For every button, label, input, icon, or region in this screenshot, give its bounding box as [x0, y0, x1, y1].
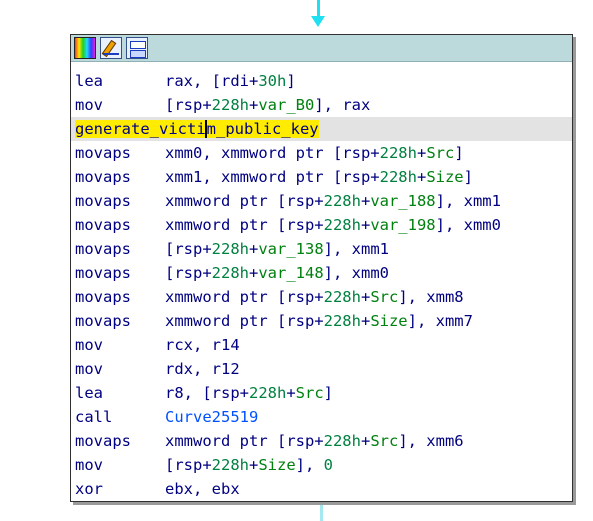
instruction-line[interactable]: movaps xmmword ptr [rsp+228h+var_198], xm…: [71, 213, 572, 237]
instruction-operands: rcx, r14: [165, 336, 240, 354]
instruction-operands: xmm1, xmmword ptr [rsp+228h+Size]: [165, 168, 473, 186]
instruction-line[interactable]: mov [rsp+228h+var_B0], rax: [71, 93, 572, 117]
instruction-mnemonic: movaps: [75, 144, 131, 162]
instruction-line[interactable]: movaps xmmword ptr [rsp+228h+Src], xmm6: [71, 429, 572, 453]
instruction-mnemonic: movaps: [75, 216, 131, 234]
instruction-operands: [rsp+228h+var_138], xmm1: [165, 240, 389, 258]
instruction-operands: xmmword ptr [rsp+228h+Src], xmm8: [165, 288, 464, 306]
instruction-operands: xmmword ptr [rsp+228h+var_198], xmm0: [165, 216, 501, 234]
instruction-line[interactable]: movaps xmm0, xmmword ptr [rsp+228h+Src]: [71, 141, 572, 165]
instruction-line[interactable]: mov rdx, r12: [71, 357, 572, 381]
outgoing-edge: [320, 505, 323, 521]
instruction-mnemonic: movaps: [75, 312, 131, 330]
instruction-operands: rax, [rdi+30h]: [165, 72, 296, 90]
instruction-line[interactable]: mov [rsp+228h+Size], 0: [71, 453, 572, 477]
label-line[interactable]: generate_victim_public_key: [71, 117, 572, 141]
incoming-edge-arrow: [311, 16, 325, 27]
instruction-operands: xmmword ptr [rsp+228h+var_188], xmm1: [165, 192, 501, 210]
instruction-mnemonic: movaps: [75, 240, 131, 258]
instruction-operands: r8, [rsp+228h+Src]: [165, 384, 334, 402]
instruction-mnemonic: movaps: [75, 168, 131, 186]
instruction-line[interactable]: call Curve25519: [71, 405, 572, 429]
color-palette-icon[interactable]: [74, 37, 96, 59]
instruction-operands: [rsp+228h+Size], 0: [165, 456, 334, 474]
instruction-operands: [rsp+228h+var_B0], rax: [165, 96, 371, 114]
instruction-operands: Curve25519: [165, 408, 259, 426]
instruction-line[interactable]: movaps xmm1, xmmword ptr [rsp+228h+Size]: [71, 165, 572, 189]
instruction-line[interactable]: xor ebx, ebx: [71, 477, 572, 501]
instruction-operands: xmmword ptr [rsp+228h+Size], xmm7: [165, 312, 473, 330]
graph-node-block[interactable]: lea rax, [rdi+30h] mov [rsp+228h+var_B0], r…: [70, 34, 573, 502]
instruction-mnemonic: mov: [75, 360, 103, 378]
instruction-mnemonic: call: [75, 408, 113, 426]
instruction-mnemonic: movaps: [75, 264, 131, 282]
graph-view-icon[interactable]: [126, 37, 148, 59]
instruction-mnemonic: xor: [75, 480, 103, 498]
instruction-mnemonic: mov: [75, 456, 103, 474]
instruction-line[interactable]: movaps xmmword ptr [rsp+228h+Size], xmm7: [71, 309, 572, 333]
instruction-line[interactable]: movaps [rsp+228h+var_148], xmm0: [71, 261, 572, 285]
instruction-mnemonic: movaps: [75, 288, 131, 306]
rename-edit-icon[interactable]: [100, 37, 122, 59]
instruction-line[interactable]: movaps xmmword ptr [rsp+228h+var_188], xm…: [71, 189, 572, 213]
instruction-operands: [rsp+228h+var_148], xmm0: [165, 264, 389, 282]
disassembly-listing: lea rax, [rdi+30h] mov [rsp+228h+var_B0], r…: [71, 62, 572, 501]
instruction-operands: xmmword ptr [rsp+228h+Src], xmm6: [165, 432, 464, 450]
instruction-line[interactable]: mov rcx, r14: [71, 333, 572, 357]
instruction-mnemonic: mov: [75, 336, 103, 354]
instruction-mnemonic: movaps: [75, 192, 131, 210]
instruction-mnemonic: lea: [75, 384, 103, 402]
instruction-mnemonic: lea: [75, 72, 103, 90]
instruction-line[interactable]: lea r8, [rsp+228h+Src]: [71, 381, 572, 405]
instruction-operands: rdx, r12: [165, 360, 240, 378]
instruction-line[interactable]: movaps [rsp+228h+var_138], xmm1: [71, 237, 572, 261]
instruction-mnemonic: mov: [75, 96, 103, 114]
instruction-line[interactable]: lea rax, [rdi+30h]: [71, 69, 572, 93]
instruction-operands: xmm0, xmmword ptr [rsp+228h+Src]: [165, 144, 464, 162]
function-label[interactable]: generate_victim_public_key: [75, 120, 319, 138]
instruction-operands: ebx, ebx: [165, 480, 240, 498]
node-toolbar: [71, 35, 572, 62]
instruction-mnemonic: movaps: [75, 432, 131, 450]
instruction-line[interactable]: movaps xmmword ptr [rsp+228h+Src], xmm8: [71, 285, 572, 309]
